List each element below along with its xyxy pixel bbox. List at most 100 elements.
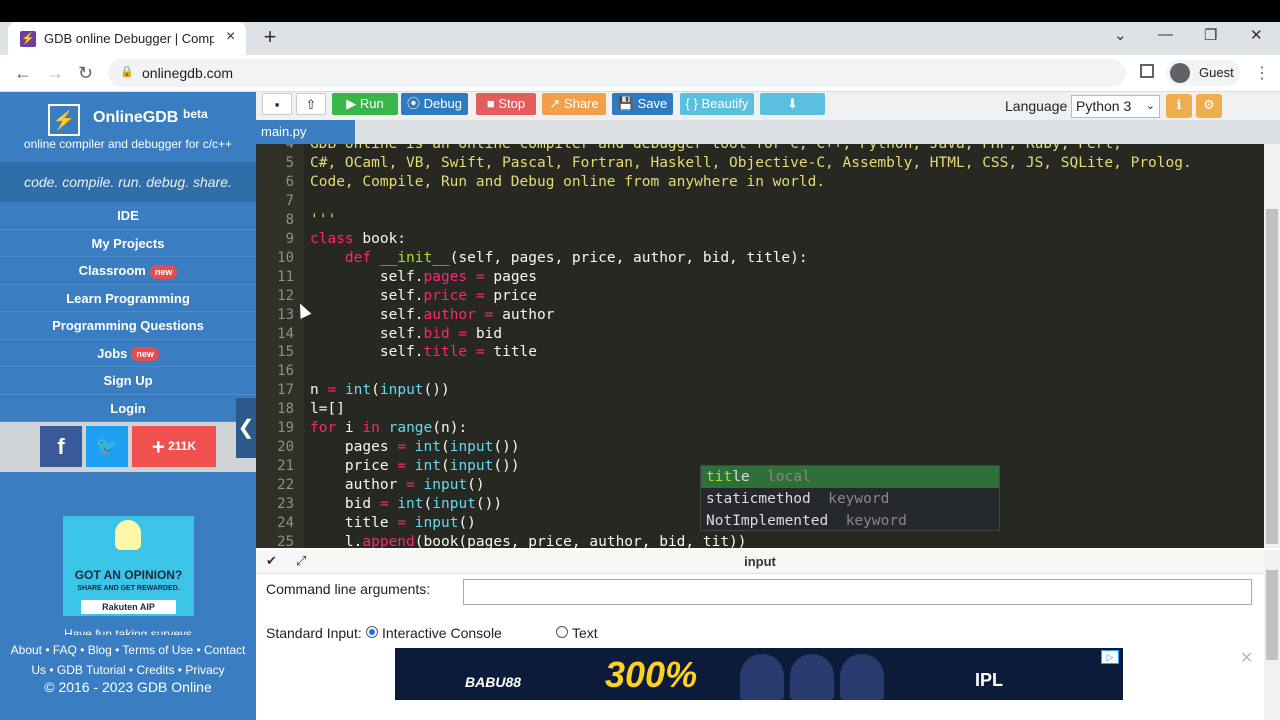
sidebar-item-login[interactable]: Login xyxy=(0,395,256,422)
sidebar-item-label: IDE xyxy=(117,208,139,223)
beautify-button[interactable]: { } Beautify xyxy=(680,93,754,115)
reload-icon[interactable]: ↻ xyxy=(78,63,93,84)
io-title: input xyxy=(744,554,776,569)
settings-gear-icon[interactable]: ⚙ xyxy=(1196,94,1222,118)
line-number: 9 xyxy=(285,230,294,247)
sidebar-item-sign-up[interactable]: Sign Up xyxy=(0,367,256,395)
player-image xyxy=(840,654,884,700)
text-radio[interactable] xyxy=(556,626,568,638)
interactive-console-radio[interactable] xyxy=(366,626,378,638)
code-line: n = int(input()) xyxy=(310,382,450,399)
back-icon[interactable]: ← xyxy=(14,63,32,84)
autocomplete-item[interactable]: NotImplemented keyword xyxy=(701,510,999,532)
editor-scrollbar[interactable] xyxy=(1264,144,1280,548)
adchoices-icon[interactable]: ▷ xyxy=(1101,650,1119,664)
sidebar-item-ide[interactable]: IDE xyxy=(0,202,256,230)
code-line: ''' xyxy=(310,211,337,228)
lightbulb-icon xyxy=(115,520,141,550)
new-file-icon[interactable]: ▪ xyxy=(262,93,292,115)
collapse-sidebar-button[interactable]: ❮ xyxy=(236,398,256,458)
tab-search-icon[interactable]: ⌄ xyxy=(1114,26,1127,44)
sidebar-item-programming-questions[interactable]: Programming Questions xyxy=(0,312,256,340)
interactive-console-label[interactable]: Interactive Console xyxy=(382,625,502,641)
url-input[interactable]: 🔒 onlinegdb.com xyxy=(108,59,1126,87)
text-label[interactable]: Text xyxy=(572,625,598,641)
autocomplete-item[interactable]: title local xyxy=(701,466,999,488)
debug-button[interactable]: ⦿ Debug xyxy=(401,93,468,115)
share-count-button[interactable]: + 211K xyxy=(132,426,216,467)
twitter-button[interactable]: 🐦 xyxy=(86,426,128,467)
stop-button[interactable]: ■ Stop xyxy=(476,93,536,115)
upload-icon[interactable]: ⇧ xyxy=(296,93,326,115)
code-line: self.bid = bid xyxy=(310,325,503,342)
page-scrollbar[interactable] xyxy=(1264,550,1280,720)
sidebar-item-label: Learn Programming xyxy=(66,290,190,306)
line-number: 22 xyxy=(277,477,294,494)
footer-links[interactable]: About • FAQ • Blog • Terms of Use • Cont… xyxy=(0,640,256,680)
tab-title: GDB online Debugger | Compiler xyxy=(44,31,214,46)
sidebar-ad[interactable]: GOT AN OPINION? SHARE AND GET REWARDED. … xyxy=(63,516,194,616)
line-number: 10 xyxy=(277,249,294,266)
sidebar-item-jobs[interactable]: Jobs new xyxy=(0,340,256,367)
language-value: Python 3 xyxy=(1076,98,1132,114)
brand[interactable]: ⚡ OnlineGDB beta online compiler and deb… xyxy=(0,92,256,162)
file-tabs: main.py xyxy=(256,120,1280,144)
scrollbar-thumb[interactable] xyxy=(1266,570,1278,660)
new-tab-button[interactable]: + xyxy=(260,24,280,50)
io-panel: ✔ ⤢ input Command line arguments: Standa… xyxy=(256,550,1280,720)
share-button[interactable]: ↗ Share xyxy=(542,93,606,115)
sidebar-item-label: Login xyxy=(110,400,146,416)
code-line: self.pages = pages xyxy=(310,268,538,285)
save-button[interactable]: 💾 Save xyxy=(612,93,673,115)
code-editor[interactable]: 4 5 6 7 8 9 10 11 12 13 14 15 16 17 18 19 20 21 22 23 24 25 G… xyxy=(256,144,1264,548)
bottom-ad-banner[interactable]: BABU88 300% IPL ▷ xyxy=(395,648,1123,700)
scrollbar-thumb[interactable] xyxy=(1266,209,1278,544)
code-line: l.append(book(pages, price, author, bid,… xyxy=(310,533,747,548)
brand-name: OnlineGDB xyxy=(93,109,179,126)
profile-button[interactable]: Guest xyxy=(1166,60,1240,86)
tab-main-py[interactable]: main.py xyxy=(256,120,355,144)
code-line: bid = int(input()) xyxy=(310,496,503,513)
banner-league: IPL xyxy=(975,670,1004,690)
sidebar-item-classroom[interactable]: Classroom new xyxy=(0,257,256,285)
restore-icon[interactable]: ❐ xyxy=(1204,26,1217,44)
minimize-icon[interactable]: — xyxy=(1158,26,1173,43)
sidebar-item-label: Jobs xyxy=(97,345,128,361)
line-number: 17 xyxy=(277,382,294,399)
sidebar-item-my-projects[interactable]: My Projects xyxy=(0,230,256,257)
ad-close-icon[interactable]: ✕ xyxy=(1240,648,1253,668)
menu-kebab-icon[interactable]: ⋮ xyxy=(1254,63,1270,83)
line-number: 15 xyxy=(277,344,294,361)
line-number: 24 xyxy=(277,515,294,531)
code-line: for i in range(n): xyxy=(310,420,468,437)
browser-tab[interactable]: ⚡ GDB online Debugger | Compiler × xyxy=(8,22,246,55)
info-button[interactable]: ℹ xyxy=(1166,94,1192,118)
footer-line[interactable]: Us • GDB Tutorial • Credits • Privacy xyxy=(0,660,256,680)
line-number: 13 xyxy=(277,306,294,323)
language-select[interactable]: Python 3 ⌄ xyxy=(1071,95,1160,118)
ad-subline: SHARE AND GET REWARDED. xyxy=(77,585,180,592)
line-number: 5 xyxy=(285,154,294,171)
os-top-bar xyxy=(0,0,1280,22)
social-buttons: f 🐦 + 211K xyxy=(0,422,256,472)
close-window-icon[interactable]: ✕ xyxy=(1250,26,1263,44)
player-image xyxy=(740,654,784,700)
autocomplete-item[interactable]: staticmethod keyword xyxy=(701,488,999,510)
sidebar-item-learn-programming[interactable]: Learn Programming xyxy=(0,285,256,312)
line-number: 7 xyxy=(285,192,294,209)
run-button[interactable]: ▶ Run xyxy=(332,93,398,115)
lock-icon: 🔒 xyxy=(120,66,134,78)
sidepanel-icon[interactable] xyxy=(1140,64,1154,78)
forward-icon[interactable]: → xyxy=(46,63,64,84)
cmd-args-label: Command line arguments: xyxy=(266,581,431,597)
footer-line[interactable]: About • FAQ • Blog • Terms of Use • Cont… xyxy=(0,640,256,660)
autocomplete-popup: title local staticmethod keyword NotImplem… xyxy=(700,465,1000,531)
cmd-args-input[interactable] xyxy=(463,579,1252,605)
facebook-button[interactable]: f xyxy=(40,426,82,467)
line-number: 16 xyxy=(277,363,294,380)
favicon-icon: ⚡ xyxy=(20,31,36,47)
download-button[interactable]: ⬇ xyxy=(760,93,825,115)
code-line: self.author = author xyxy=(310,306,555,323)
tab-close-icon[interactable]: × xyxy=(226,28,235,46)
line-number: 11 xyxy=(277,268,294,285)
